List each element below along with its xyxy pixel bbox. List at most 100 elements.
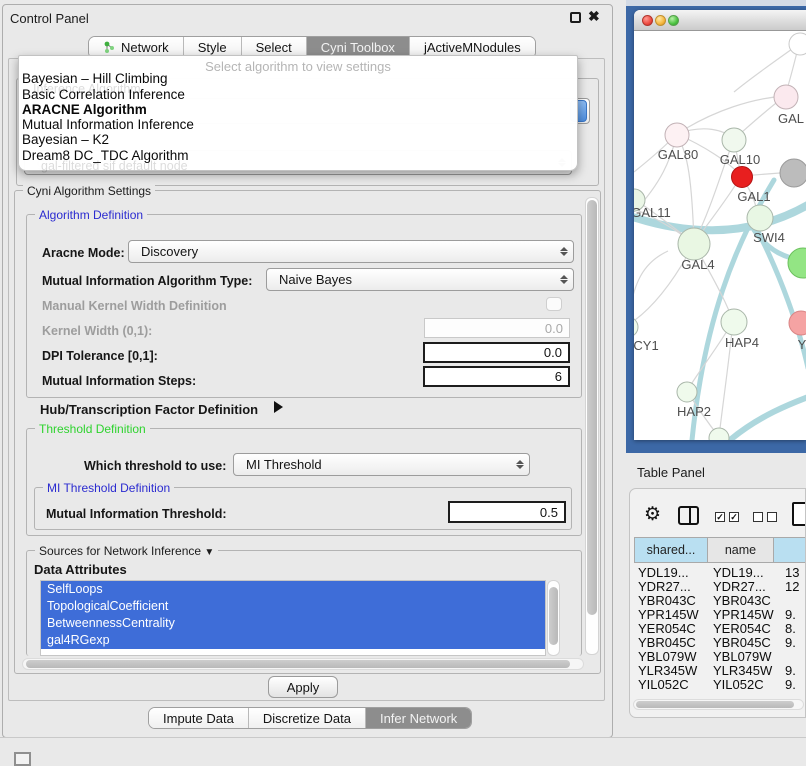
close-window-icon[interactable]	[642, 15, 653, 26]
table-body: YDL19...YDL19...13 YDR27...YDR27...12 YB…	[630, 563, 806, 689]
minimize-window-icon[interactable]	[655, 15, 666, 26]
node-swi4[interactable]	[747, 205, 773, 231]
settings-vertical-scrollbar[interactable]	[585, 197, 599, 655]
collapse-down-icon[interactable]: ▼	[204, 547, 214, 558]
node-gal10[interactable]	[722, 128, 746, 152]
table-row[interactable]: YIL052CYIL052C9.	[634, 677, 806, 689]
document-icon[interactable]	[792, 502, 806, 526]
mi-steps-label: Mutual Information Steps:	[42, 374, 196, 388]
table-horizontal-scrollbar-thumb[interactable]	[636, 701, 794, 708]
aracne-mode-combo[interactable]: Discovery	[128, 240, 574, 263]
data-attributes-list: SelfLoops TopologicalCoefficient Between…	[40, 580, 546, 656]
combo-spinner-icon	[511, 460, 529, 469]
cyni-algorithm-settings-title: Cyni Algorithm Settings	[23, 184, 155, 198]
mi-type-label: Mutual Information Algorithm Type:	[42, 274, 252, 288]
popup-item-aracne[interactable]: ARACNE Algorithm	[22, 102, 147, 117]
dpi-tolerance-label: DPI Tolerance [0,1]:	[42, 349, 158, 363]
network-window[interactable]: GAL GAL80 GAL10 GAL1 GAL11 SWI4 GAL4 GCY…	[634, 10, 806, 440]
node-gray[interactable]	[780, 159, 806, 187]
tab-impute-data[interactable]: Impute Data	[149, 708, 249, 728]
threshold-definition-title: Threshold Definition	[35, 422, 150, 436]
node-label: GAL80	[658, 147, 698, 162]
ghost-inference-algorithm-title: Inference Algorithm	[33, 82, 141, 96]
columns-icon[interactable]	[678, 506, 699, 525]
node-label: HAP2	[677, 404, 711, 419]
checkbox-unchecked-icon[interactable]	[753, 512, 763, 522]
mi-threshold-title: MI Threshold Definition	[43, 481, 174, 495]
settings-horizontal-scrollbar[interactable]	[22, 658, 584, 670]
algorithm-dropdown-popup: Select algorithm to view settings Bayesi…	[18, 55, 578, 171]
zoom-window-icon[interactable]	[668, 15, 679, 26]
checkbox-checked-icon[interactable]: ✓	[715, 512, 725, 522]
node-label: Y	[798, 337, 806, 352]
node-gal[interactable]	[774, 85, 798, 109]
tab-cyni-toolbox-label: Cyni Toolbox	[321, 40, 395, 55]
tab-impute-data-label: Impute Data	[163, 711, 234, 726]
hub-definition-label[interactable]: Hub/Transcription Factor Definition	[40, 402, 258, 417]
mi-threshold-field[interactable]: 0.5	[448, 501, 566, 523]
popup-item-bayesian-k2[interactable]: Bayesian – K2	[22, 132, 109, 147]
list-item-betweennesscentrality[interactable]: BetweennessCentrality	[41, 615, 545, 632]
kernel-width-label: Kernel Width (0,1):	[42, 324, 152, 338]
which-threshold-combo[interactable]: MI Threshold	[233, 453, 530, 476]
tab-style-label: Style	[198, 40, 227, 55]
attributes-scrollbar-thumb[interactable]	[549, 587, 558, 645]
mi-type-value: Naive Bayes	[267, 272, 555, 287]
control-panel-title: Control Panel	[10, 11, 89, 26]
minimized-panel-icon[interactable]	[14, 752, 31, 766]
node-label: GAL11	[634, 205, 671, 220]
checkbox-unchecked-icon[interactable]	[767, 512, 777, 522]
sources-title: Sources for Network Inference ▼	[35, 544, 218, 558]
list-item-selfloops[interactable]: SelfLoops	[41, 581, 545, 598]
which-threshold-label: Which threshold to use:	[84, 459, 226, 473]
close-panel-icon[interactable]: ✖	[588, 8, 600, 25]
manual-kernel-label: Manual Kernel Width Definition	[42, 299, 227, 313]
ghost-source-combo-text: gal-filtered sif default node	[41, 159, 188, 173]
node-unlabeled[interactable]	[789, 33, 806, 55]
node-gal1[interactable]	[732, 167, 753, 188]
node-label: GAL	[778, 111, 804, 126]
node-bright-green[interactable]	[788, 248, 806, 278]
table-panel: ⚙ ✓ ✓ shared... name YDL19...YDL19...13 …	[629, 488, 806, 718]
dpi-tolerance-field[interactable]: 0.0	[423, 342, 570, 363]
list-item-gal4rgexp[interactable]: gal4RGexp	[41, 632, 545, 649]
tab-infer-network[interactable]: Infer Network	[366, 708, 471, 728]
edge-thick	[730, 394, 806, 440]
checkbox-checked-icon[interactable]: ✓	[729, 512, 739, 522]
node-gal80[interactable]	[665, 123, 689, 147]
manual-kernel-checkbox[interactable]	[546, 297, 562, 311]
kernel-width-field[interactable]: 0.0	[424, 318, 570, 338]
attributes-scrollbar[interactable]	[547, 580, 560, 656]
list-item-topologicalcoefficient[interactable]: TopologicalCoefficient	[41, 598, 545, 615]
node-label: GAL10	[720, 152, 760, 167]
expand-right-icon[interactable]	[274, 401, 283, 413]
tab-jactivemnodules-label: jActiveMNodules	[424, 40, 521, 55]
settings-vertical-scrollbar-thumb[interactable]	[587, 200, 597, 615]
node-hap4[interactable]	[721, 309, 747, 335]
column-header-partial[interactable]	[773, 537, 806, 563]
node-label: GAL4	[681, 257, 714, 272]
settings-horizontal-scrollbar-thumb[interactable]	[26, 660, 570, 668]
apply-button[interactable]: Apply	[268, 676, 338, 698]
mi-type-combo[interactable]: Naive Bayes	[266, 268, 574, 291]
tab-infer-network-label: Infer Network	[380, 711, 457, 726]
tab-discretize-data[interactable]: Discretize Data	[249, 708, 366, 728]
node-bottom[interactable]	[709, 428, 729, 440]
popup-item-mutual-information[interactable]: Mutual Information Inference	[22, 117, 194, 132]
gear-icon[interactable]: ⚙	[644, 505, 661, 524]
network-canvas[interactable]: GAL GAL80 GAL10 GAL1 GAL11 SWI4 GAL4 GCY…	[634, 32, 806, 440]
tab-network-label: Network	[121, 40, 169, 55]
mi-threshold-label: Mutual Information Threshold:	[46, 507, 227, 521]
network-window-titlebar[interactable]	[634, 10, 806, 31]
node-gal4[interactable]	[678, 228, 710, 260]
combo-spinner-icon	[555, 275, 573, 284]
tab-select-label: Select	[256, 40, 292, 55]
mi-steps-field[interactable]: 6	[423, 366, 570, 387]
node-label: GAL1	[737, 189, 770, 204]
node-hap2[interactable]	[677, 382, 697, 402]
column-header-name[interactable]: name	[707, 537, 774, 563]
column-header-shared[interactable]: shared...	[634, 537, 708, 563]
float-window-icon[interactable]	[570, 12, 581, 23]
aracne-mode-value: Discovery	[129, 244, 555, 259]
table-horizontal-scrollbar[interactable]	[633, 699, 804, 710]
